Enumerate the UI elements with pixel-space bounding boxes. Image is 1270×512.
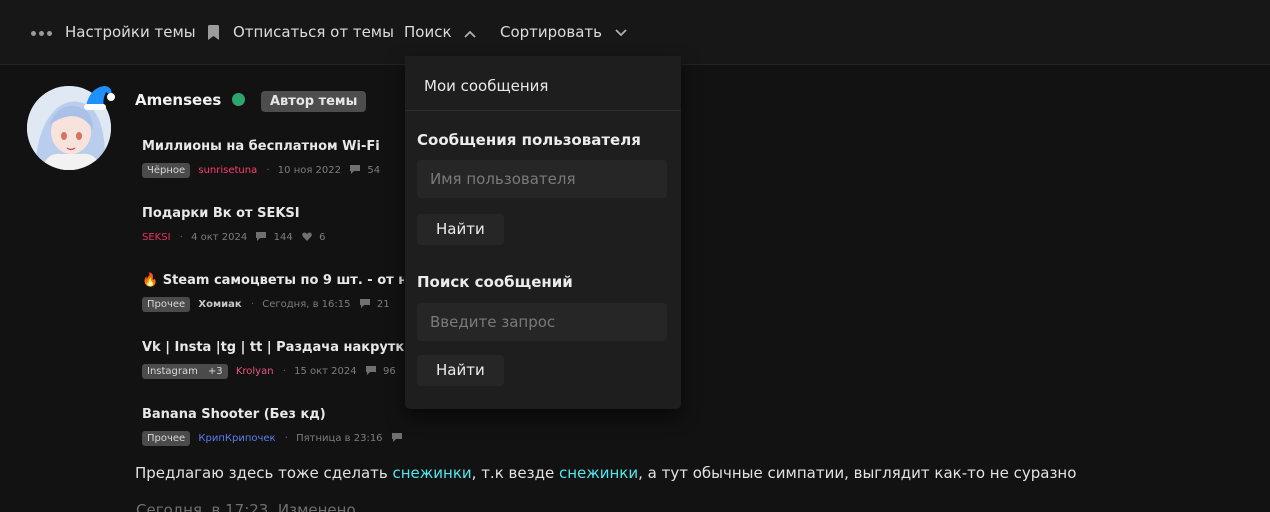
similar-threads-list: Миллионы на бесплатном Wi-Fi Чёрное sunr…: [142, 134, 404, 454]
thread-date: Сегодня, в 16:15: [262, 299, 351, 310]
thread-prefix-tag: Прочее: [142, 431, 191, 446]
thread-date: 10 ноя 2022: [277, 165, 341, 176]
page: Настройки темы Отписаться от темы Поиск …: [0, 0, 1270, 512]
unsubscribe-button[interactable]: Отписаться от темы: [233, 22, 394, 42]
online-status-indicator: [232, 93, 245, 106]
thread-date: Пятница в 23:16: [296, 433, 383, 444]
thread-replies: 96: [383, 366, 396, 377]
thread-title[interactable]: Vk | Insta |tg | tt | Раздача накрутки П…: [142, 338, 404, 358]
find-messages-button[interactable]: Найти: [417, 355, 504, 386]
highlight-word: снежинки: [558, 464, 639, 482]
divider: [405, 110, 681, 111]
chevron-up-icon[interactable]: [464, 30, 476, 38]
thread-author[interactable]: КрипКрипочек: [198, 431, 275, 447]
thread-prefix-tag: Чёрное: [142, 163, 191, 178]
search-messages-heading: Поиск сообщений: [417, 273, 573, 291]
bookmark-icon[interactable]: [208, 25, 219, 40]
thread-prefix-tag: Прочее: [142, 297, 191, 312]
search-dropdown: Мои сообщения Сообщения пользователя Най…: [405, 56, 681, 409]
thread-author[interactable]: Хомиак: [198, 297, 241, 313]
post-timestamp: Сегодня, в 17:23. Изменено: [136, 501, 356, 512]
comment-icon: [365, 366, 376, 375]
thread-item[interactable]: Миллионы на бесплатном Wi-Fi Чёрное sunr…: [142, 137, 404, 179]
user-messages-heading: Сообщения пользователя: [417, 131, 641, 149]
thread-item[interactable]: Vk | Insta |tg | tt | Раздача накрутки П…: [142, 338, 404, 380]
post-username[interactable]: Amensees: [135, 90, 221, 110]
thread-likes: 6: [319, 232, 326, 243]
thread-date: 15 окт 2024: [294, 366, 357, 377]
comment-icon: [350, 165, 361, 174]
thread-date: 4 окт 2024: [191, 232, 248, 243]
sort-menu-button[interactable]: Сортировать: [500, 22, 602, 42]
chevron-down-icon[interactable]: [615, 29, 627, 37]
thread-title[interactable]: 🔥 Steam самоцветы по 9 шт. - от нового: [142, 271, 404, 291]
comment-icon: [256, 232, 267, 241]
thread-author[interactable]: SEKSI: [142, 230, 171, 246]
search-menu-button[interactable]: Поиск: [404, 22, 452, 42]
search-query-input[interactable]: [417, 303, 667, 341]
heart-icon: [302, 232, 312, 241]
thread-title[interactable]: Миллионы на бесплатном Wi-Fi: [142, 137, 404, 157]
comment-icon: [391, 433, 402, 442]
comment-icon: [359, 299, 370, 308]
my-messages-link[interactable]: Мои сообщения: [424, 76, 548, 96]
highlight-word: снежинки: [392, 464, 472, 482]
thread-item[interactable]: 🔥 Steam самоцветы по 9 шт. - от нового П…: [142, 271, 404, 313]
thread-author-badge: Автор темы: [261, 91, 367, 112]
thread-author[interactable]: Krolyan: [236, 364, 274, 380]
santa-hat-icon: [84, 86, 115, 110]
thread-replies: 54: [367, 165, 381, 176]
more-dots-icon[interactable]: [31, 31, 55, 50]
post-message: Предлагаю здесь тоже сделать снежинки, т…: [135, 464, 1077, 482]
thread-settings-button[interactable]: Настройки темы: [65, 22, 196, 42]
thread-prefix-tag: Instagram +3: [142, 364, 228, 379]
thread-item[interactable]: Подарки Вк от SEKSI SEKSI · 4 окт 2024 1…: [142, 204, 404, 246]
thread-replies: 21: [376, 299, 390, 310]
thread-replies: 144: [273, 232, 293, 243]
thread-title[interactable]: Подарки Вк от SEKSI: [142, 204, 404, 224]
find-user-messages-button[interactable]: Найти: [417, 214, 504, 245]
thread-item[interactable]: Banana Shooter (Без кд) Прочее КрипКрипо…: [142, 405, 404, 447]
username-input[interactable]: [417, 160, 667, 198]
thread-author[interactable]: sunrisetuna: [198, 163, 257, 179]
thread-title[interactable]: Banana Shooter (Без кд): [142, 405, 404, 425]
